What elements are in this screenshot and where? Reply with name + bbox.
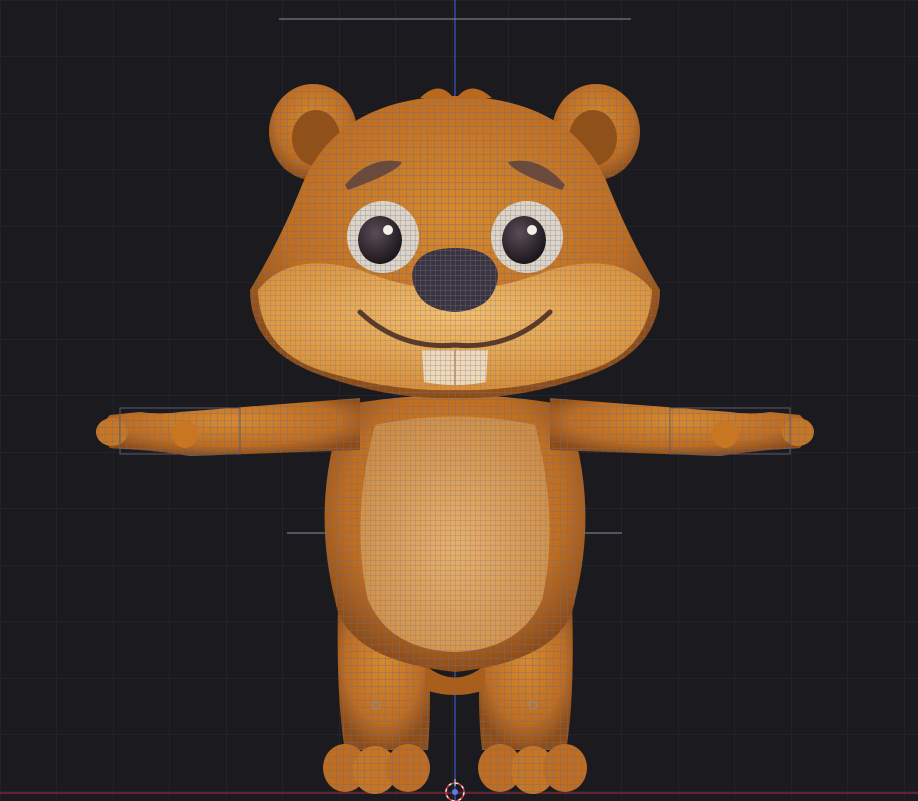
viewport-canvas[interactable] <box>0 0 918 801</box>
torso <box>324 395 586 672</box>
3d-viewport[interactable] <box>0 0 918 801</box>
